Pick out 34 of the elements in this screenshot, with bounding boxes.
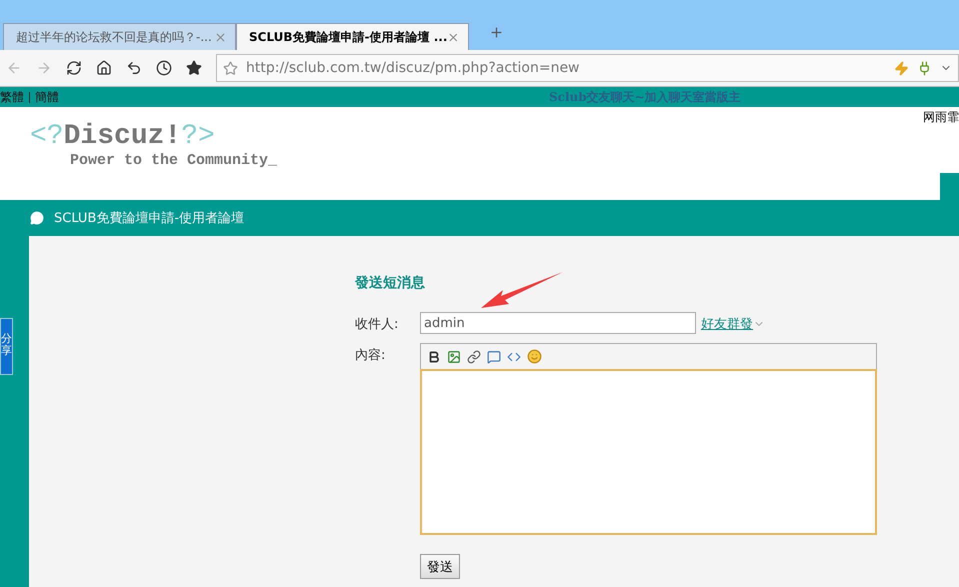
corner-text: 网雨霏 [923, 109, 959, 126]
language-link[interactable]: 簡體 [35, 88, 59, 106]
undo-icon[interactable] [126, 60, 142, 76]
browser-tab[interactable]: 超过半年的论坛救不回是真的吗？-... [3, 23, 236, 50]
history-icon[interactable] [156, 60, 172, 76]
bold-icon[interactable] [427, 350, 441, 364]
friends-link[interactable]: 好友群發 [701, 312, 753, 333]
logo-tagline: Power to the Community_ [70, 152, 278, 169]
content-label: 內容: [355, 347, 386, 364]
language-link[interactable]: 繁體 [0, 88, 24, 106]
plug-icon[interactable] [917, 60, 932, 76]
url-text: http://sclub.com.tw/discuz/pm.php?action=new [246, 60, 581, 76]
form-title: 發送短消息 [355, 274, 426, 292]
message-field[interactable] [420, 369, 877, 535]
share-widget[interactable]: 分享 [0, 318, 13, 375]
bookmark-icon[interactable] [186, 60, 202, 76]
recipient-label: 收件人: [355, 316, 400, 333]
logo-title: <?Discuz!?> [30, 121, 216, 152]
marquee-text: Sclub交友聊天~加入聊天室當版主 [549, 88, 741, 106]
speech-bubble-icon [30, 211, 44, 225]
link-icon[interactable] [467, 350, 481, 364]
browser-tab[interactable]: SCLUB免費論壇申請-使用者論壇 ... [236, 23, 469, 50]
star-icon[interactable] [223, 60, 238, 76]
forum-title: SCLUB免費論壇申請-使用者論壇 [54, 210, 244, 227]
quote-icon[interactable] [487, 350, 501, 364]
new-tab-icon[interactable] [489, 25, 504, 40]
address-bar[interactable]: http://sclub.com.tw/discuz/pm.php?action=new [216, 54, 959, 82]
send-button[interactable]: 發送 [420, 554, 460, 579]
smiley-icon[interactable] [527, 349, 542, 364]
close-icon[interactable] [214, 30, 227, 44]
image-icon[interactable] [447, 350, 461, 364]
reload-icon[interactable] [66, 60, 82, 76]
recipient-field[interactable]: admin [420, 312, 696, 334]
home-icon[interactable] [96, 60, 112, 76]
